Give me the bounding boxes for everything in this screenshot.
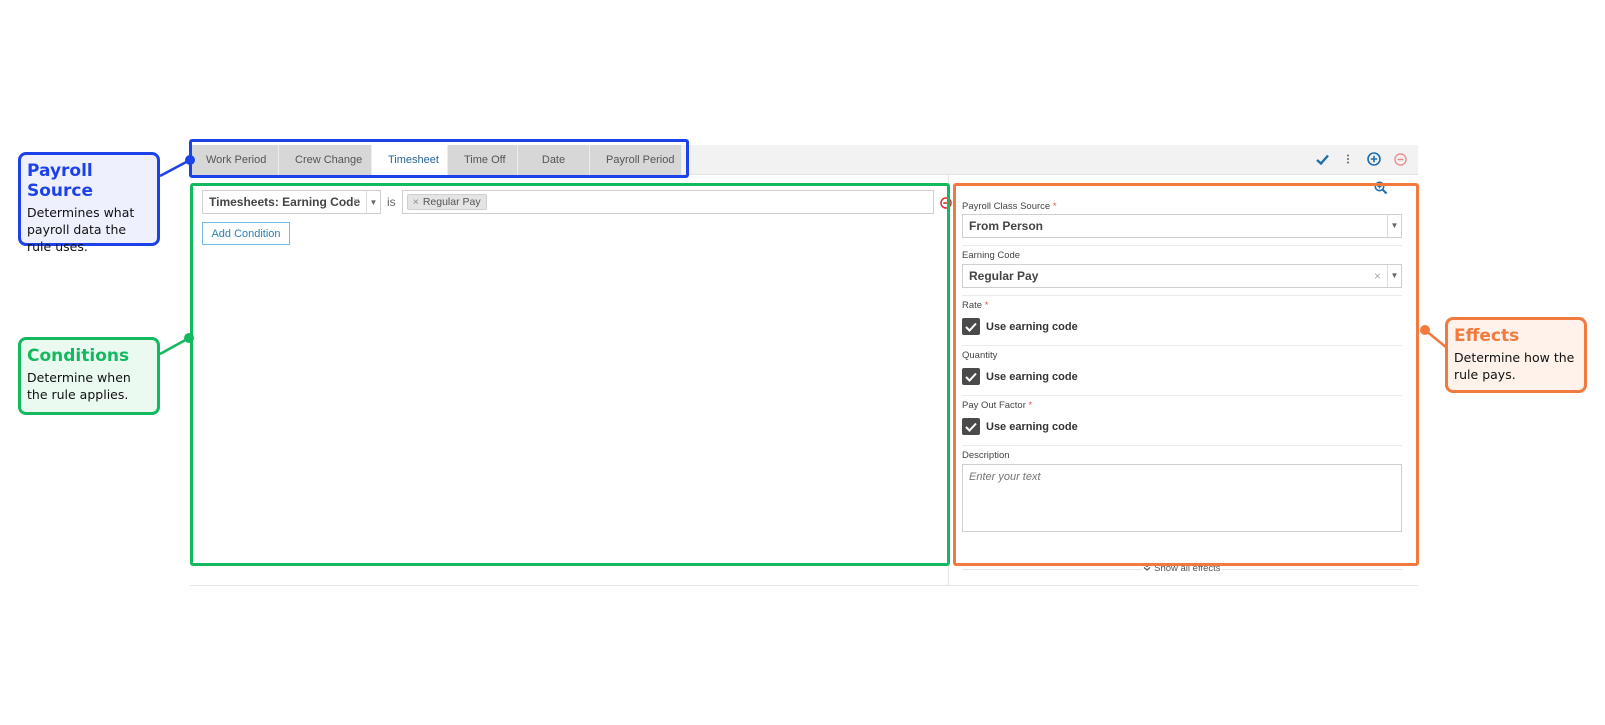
clear-icon[interactable]: ×	[1374, 265, 1381, 287]
pay-out-factor-checkbox[interactable]	[962, 418, 980, 435]
tab-time-off[interactable]: Time Off	[448, 145, 518, 175]
required-marker: *	[984, 300, 989, 311]
checkmark-icon[interactable]	[1314, 151, 1330, 167]
add-condition-button[interactable]: Add Condition	[202, 222, 290, 245]
rate-label-text: Rate	[962, 300, 983, 311]
remove-condition-icon[interactable]	[939, 196, 952, 209]
conditions-callout: Conditions Determine when the rule appli…	[18, 337, 160, 415]
payroll-class-source-value: From Person	[969, 219, 1044, 233]
pay-out-factor-checkbox-label: Use earning code	[986, 420, 1078, 433]
tab-date[interactable]: Date	[518, 145, 590, 175]
rate-checkbox[interactable]	[962, 318, 980, 335]
chevron-down-icon[interactable]: ▼	[366, 191, 380, 213]
condition-field-value: Timesheets: Earning Code	[209, 195, 361, 209]
earning-code-select[interactable]: Regular Pay × ▼	[962, 264, 1402, 288]
condition-field-select[interactable]: Timesheets: Earning Code × ▼	[202, 190, 381, 214]
panel-bottom-border	[190, 585, 1418, 586]
add-circle-icon[interactable]	[1366, 151, 1382, 167]
earning-code-value: Regular Pay	[969, 269, 1039, 283]
panel-divider	[948, 175, 949, 585]
callout-description: Determines what payroll data the rule us…	[27, 205, 135, 254]
condition-row: Timesheets: Earning Code × ▼ is × Regula…	[202, 190, 952, 214]
quantity-checkbox-row: Use earning code	[962, 368, 1078, 385]
tab-timesheet[interactable]: Timesheet	[372, 145, 448, 175]
payroll-source-callout: Payroll Source Determines what payroll d…	[18, 152, 160, 254]
chevron-down-icon[interactable]: ▼	[1387, 215, 1401, 237]
chevron-down-icon[interactable]: ▼	[1387, 265, 1401, 287]
show-all-effects-link[interactable]: Show all effects	[962, 563, 1402, 574]
required-marker: *	[1052, 201, 1057, 212]
effects-callout: Effects Determine how the rule pays.	[1445, 317, 1587, 393]
quantity-checkbox-label: Use earning code	[986, 370, 1078, 383]
remove-circle-icon[interactable]	[1392, 151, 1408, 167]
required-marker: *	[1028, 400, 1033, 411]
zoom-in-icon[interactable]	[1374, 181, 1388, 195]
effects-section: Payroll Class Source * From Person ▼ Ear…	[958, 175, 1406, 585]
earning-code-label: Earning Code	[962, 250, 1021, 261]
payroll-class-source-label-text: Payroll Class Source	[962, 201, 1051, 212]
rate-checkbox-label: Use earning code	[986, 320, 1078, 333]
callout-title: Effects	[1454, 326, 1520, 346]
divider	[962, 395, 1402, 396]
tab-payroll-period[interactable]: Payroll Period	[590, 145, 682, 175]
pay-out-factor-label-text: Pay Out Factor	[962, 400, 1026, 411]
clear-icon[interactable]: ×	[353, 194, 360, 208]
tab-crew-change[interactable]: Crew Change	[279, 145, 372, 175]
value-chip: × Regular Pay	[406, 194, 487, 210]
rule-editor-panel: Work Period Crew Change Timesheet Time O…	[190, 145, 1418, 587]
divider	[962, 445, 1402, 446]
more-vertical-icon[interactable]	[1340, 151, 1356, 167]
divider	[962, 245, 1402, 246]
show-all-effects-label: Show all effects	[1154, 563, 1221, 574]
rate-label: Rate *	[962, 300, 988, 311]
description-label: Description	[962, 450, 1010, 461]
callout-title: Payroll Source	[27, 161, 94, 201]
rule-header-bar: Work Period Crew Change Timesheet Time O…	[190, 145, 1418, 175]
payroll-source-tabs: Work Period Crew Change Timesheet Time O…	[190, 145, 682, 175]
condition-value-input[interactable]: × Regular Pay	[401, 190, 934, 214]
description-textarea[interactable]	[962, 464, 1402, 532]
tab-work-period[interactable]: Work Period	[190, 145, 279, 175]
callout-description: Determine how the rule pays.	[1454, 350, 1575, 382]
divider	[962, 295, 1402, 296]
quantity-label: Quantity	[962, 350, 998, 361]
divider	[962, 345, 1402, 346]
chip-label: Regular Pay	[422, 196, 481, 208]
pay-out-factor-label: Pay Out Factor *	[962, 400, 1032, 411]
payroll-class-source-label: Payroll Class Source *	[962, 201, 1057, 212]
rate-checkbox-row: Use earning code	[962, 318, 1078, 335]
pay-out-factor-checkbox-row: Use earning code	[962, 418, 1078, 435]
callout-title: Conditions	[27, 346, 130, 366]
chip-remove-icon[interactable]: ×	[413, 195, 419, 209]
payroll-class-source-select[interactable]: From Person ▼	[962, 214, 1402, 238]
header-actions	[1314, 151, 1408, 167]
double-chevron-down-icon	[1143, 563, 1154, 574]
quantity-checkbox[interactable]	[962, 368, 980, 385]
callout-description: Determine when the rule applies.	[27, 370, 131, 402]
condition-operator: is	[387, 195, 396, 209]
